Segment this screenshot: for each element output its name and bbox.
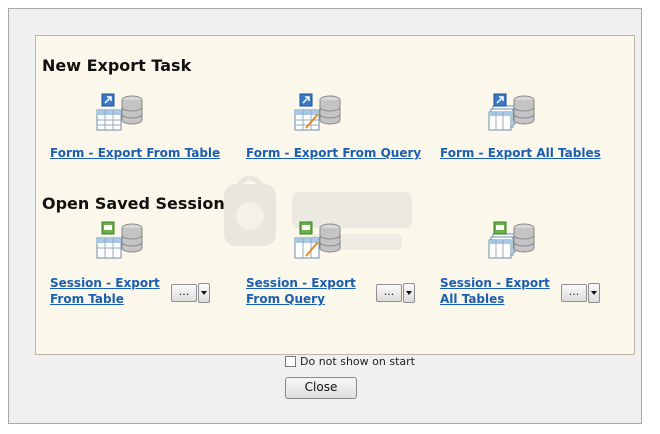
session-link-line1: Session - Export: [246, 276, 356, 290]
session-link-line2: All Tables: [440, 292, 505, 306]
session-link-line1: Session - Export: [50, 276, 160, 290]
session-query-icon[interactable]: [294, 220, 342, 260]
session-query-browse-button[interactable]: ...: [376, 284, 402, 302]
query-export-icon[interactable]: [294, 92, 342, 132]
session-link-line1: Session - Export: [440, 276, 550, 290]
session-table-icon[interactable]: [96, 220, 144, 260]
do-not-show-label: Do not show on start: [300, 355, 415, 368]
session-query-dropdown-button[interactable]: [403, 283, 415, 303]
session-link-line2: From Query: [246, 292, 325, 306]
open-saved-session-heading: Open Saved Session: [42, 194, 225, 213]
session-all-tables-browse-button[interactable]: ...: [561, 284, 587, 302]
session-all-tables-icon[interactable]: [488, 220, 536, 260]
session-table-dropdown-button[interactable]: [198, 283, 210, 303]
do-not-show-checkbox[interactable]: [285, 356, 296, 367]
session-export-all-tables-link[interactable]: Session - Export All Tables: [440, 275, 550, 307]
table-export-icon[interactable]: [96, 92, 144, 132]
close-button[interactable]: Close: [285, 377, 357, 399]
session-table-browse-button[interactable]: ...: [171, 284, 197, 302]
session-export-from-table-link[interactable]: Session - Export From Table: [50, 275, 160, 307]
session-link-line2: From Table: [50, 292, 124, 306]
form-export-all-tables-link[interactable]: Form - Export All Tables: [440, 145, 601, 161]
session-all-tables-dropdown-button[interactable]: [588, 283, 600, 303]
all-tables-export-icon[interactable]: [488, 92, 536, 132]
form-export-from-query-link[interactable]: Form - Export From Query: [246, 145, 421, 161]
session-export-from-query-link[interactable]: Session - Export From Query: [246, 275, 356, 307]
form-export-from-table-link[interactable]: Form - Export From Table: [50, 145, 220, 161]
do-not-show-row: Do not show on start: [285, 355, 415, 368]
new-export-task-heading: New Export Task: [42, 56, 192, 75]
